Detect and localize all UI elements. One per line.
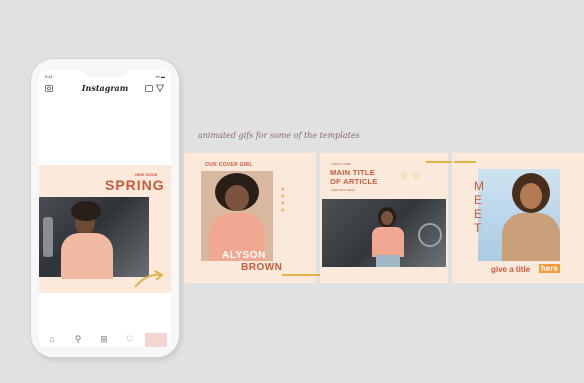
tile1-photo [201, 171, 273, 261]
person-sweater [61, 233, 113, 279]
tile3-face [520, 183, 542, 209]
template-tile-meet[interactable]: MEET give a title here [452, 153, 584, 283]
tile1-stars-icon: ★ ★ ★ ★ [280, 187, 286, 214]
tile3-gold-line [454, 161, 476, 163]
tile2-title-line2: OF ARTICLE [330, 177, 378, 186]
app-logo: Instagram [81, 83, 129, 93]
tile2-kicker: TODAYS VIBE [331, 162, 351, 166]
post-title: SPRING [105, 177, 165, 193]
phone-screen: 9:41 ▪▪▪ ▬ Instagram NEW ISSUE SPRING ⌂ … [39, 71, 171, 347]
template-tile-article[interactable]: TODAYS VIBE MAIN TITLE OF ARTICLE SUB TE… [320, 153, 466, 283]
tile1-name-first: ALYSON [222, 250, 266, 261]
home-icon[interactable]: ⌂ [47, 334, 57, 344]
tile3-sweater [502, 213, 560, 261]
post-photo [39, 197, 149, 279]
instagram-post[interactable]: NEW ISSUE SPRING [39, 165, 171, 293]
status-icons: ▪▪▪ ▬ [155, 74, 165, 79]
tile1-heading: OUR COVER GIRL [205, 162, 253, 168]
profile-tab[interactable] [145, 333, 167, 347]
tile1-name-last: BROWN [241, 262, 283, 273]
heart-icon[interactable]: ♡ [125, 334, 135, 344]
tile1-face [225, 185, 249, 211]
person-hair [71, 201, 101, 221]
caption-text: animated gifs for some of the templates [198, 131, 360, 140]
search-icon[interactable]: ⚲ [73, 334, 83, 344]
template-tile-cover-girl[interactable]: OUR COVER GIRL ALYSON BROWN ★ ★ ★ ★ [184, 153, 334, 283]
stage: 9:41 ▪▪▪ ▬ Instagram NEW ISSUE SPRING ⌂ … [0, 0, 584, 383]
arrow-icon [134, 270, 164, 288]
car-grille [43, 217, 53, 257]
add-post-icon[interactable]: ⊞ [99, 334, 109, 344]
instagram-header: Instagram [39, 83, 171, 97]
tile2-subtext: SUB TEXT HERE [331, 188, 355, 192]
camera-icon[interactable] [45, 84, 53, 92]
tile3-vertical-word: MEET [474, 179, 484, 235]
tile2-sweater [372, 227, 404, 257]
phone-mockup: 9:41 ▪▪▪ ▬ Instagram NEW ISSUE SPRING ⌂ … [31, 59, 179, 357]
tile2-face [381, 211, 393, 225]
instagram-bottom-nav: ⌂ ⚲ ⊞ ♡ [39, 333, 171, 347]
send-icon[interactable] [155, 84, 165, 93]
tile2-stars-icon: ☆ ☆ [400, 171, 421, 182]
tile2-photo [322, 199, 446, 267]
tile2-car-emblem [418, 223, 442, 247]
tile3-footer-text: give a title [491, 265, 531, 274]
status-time: 9:41 [45, 74, 53, 79]
tv-icon[interactable] [145, 84, 153, 92]
tile3-photo [478, 169, 560, 261]
tile2-jeans [376, 255, 400, 267]
tile3-footer-highlight: here [539, 264, 560, 273]
tile2-title-line1: MAIN TITLE [330, 168, 376, 177]
phone-notch [83, 71, 127, 77]
